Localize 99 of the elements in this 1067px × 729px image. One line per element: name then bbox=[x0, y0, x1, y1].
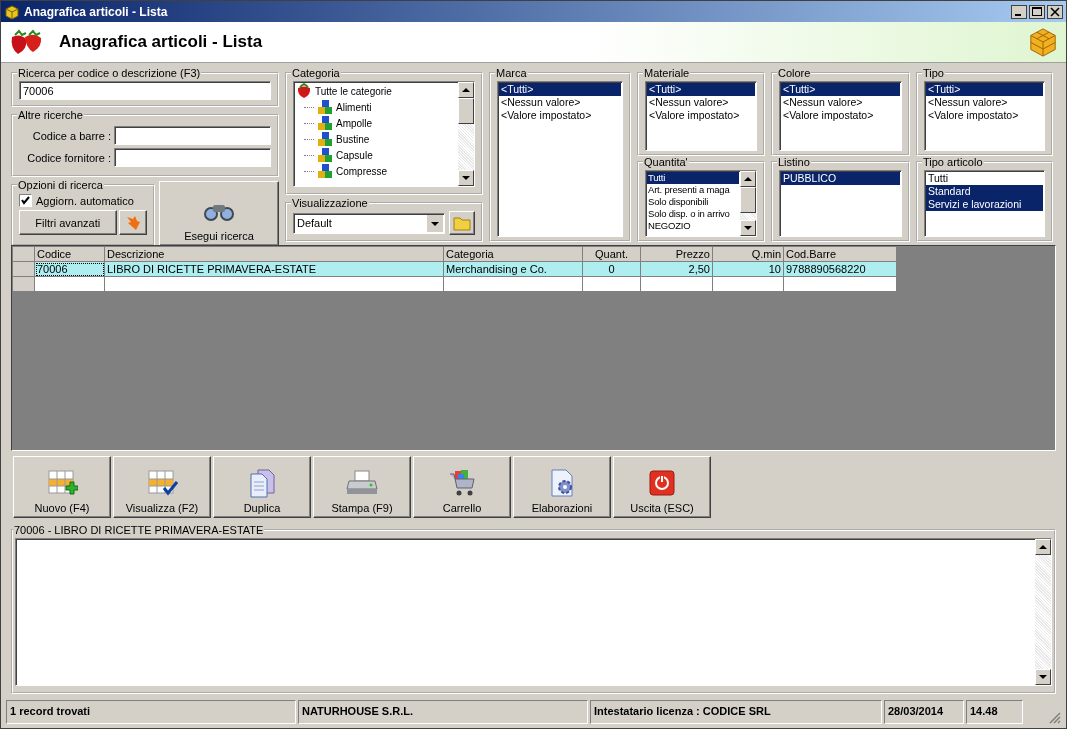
input-field[interactable] bbox=[114, 126, 271, 145]
list-item[interactable]: PUBBLICO bbox=[781, 172, 900, 185]
tree-item[interactable]: Capsule bbox=[336, 149, 373, 161]
exit-button[interactable]: Uscita (ESC) bbox=[613, 456, 711, 518]
scroll-down-icon[interactable] bbox=[1039, 675, 1047, 679]
scroll-up-icon[interactable] bbox=[462, 88, 470, 92]
strawberry-icon bbox=[296, 83, 312, 99]
tree-item[interactable]: Alimenti bbox=[336, 101, 372, 113]
cube-icon bbox=[4, 3, 20, 20]
list-item[interactable]: Tutti bbox=[926, 172, 1043, 185]
status-text: NATURHOUSE S.R.L. bbox=[298, 700, 588, 724]
cart-button[interactable]: Carrello bbox=[413, 456, 511, 518]
window-title: Anagrafica articoli - Lista bbox=[24, 4, 169, 19]
cube-icon bbox=[1028, 27, 1058, 57]
scrollbar[interactable] bbox=[458, 82, 474, 186]
group-label: Visualizzazione bbox=[291, 197, 369, 209]
scroll-down-icon[interactable] bbox=[744, 226, 752, 230]
list-item[interactable]: <Tutti> bbox=[499, 83, 621, 96]
list-item[interactable]: <Valore impostato> bbox=[926, 109, 1043, 122]
group-label: Altre ricerche bbox=[17, 109, 84, 121]
group-label: 70006 - LIBRO DI RICETTE PRIMAVERA-ESTATE bbox=[13, 524, 265, 536]
group-label: Listino bbox=[777, 156, 811, 168]
cubes-icon bbox=[317, 163, 333, 179]
scroll-up-icon[interactable] bbox=[744, 177, 752, 181]
field-label: Codice a barre : bbox=[32, 129, 111, 142]
list-item[interactable]: Solo disponibili bbox=[647, 196, 739, 208]
status-text: 28/03/2014 bbox=[884, 700, 964, 724]
column-header[interactable]: Prezzo bbox=[640, 246, 713, 262]
list-item[interactable]: Servizi e lavorazioni bbox=[926, 198, 1043, 211]
list-item[interactable]: Tutti bbox=[647, 172, 739, 184]
duplicate-button[interactable]: Duplica bbox=[213, 456, 311, 518]
tree-item[interactable]: Ampolle bbox=[336, 117, 373, 129]
group-label: Marca bbox=[495, 67, 528, 79]
view-dropdown[interactable]: Default bbox=[293, 212, 445, 234]
minimize-icon[interactable] bbox=[1011, 4, 1027, 19]
group-label: Ricerca per codice o descrizione (F3) bbox=[17, 67, 202, 79]
column-header[interactable]: Quant. bbox=[582, 246, 641, 262]
group-label: Opzioni di ricerca bbox=[17, 179, 104, 191]
folder-icon bbox=[453, 215, 471, 231]
new-button[interactable]: Nuovo (F4) bbox=[13, 456, 111, 518]
list-item[interactable]: <Valore impostato> bbox=[781, 109, 900, 122]
table-check-icon bbox=[146, 468, 178, 498]
page-title: Anagrafica articoli - Lista bbox=[59, 32, 264, 52]
group-label: Tipo bbox=[922, 67, 945, 79]
tree-item[interactable]: Tutte le categorie bbox=[315, 85, 392, 97]
search-field[interactable]: 70006 bbox=[19, 81, 271, 100]
advanced-filters-button[interactable]: Filtri avanzati bbox=[19, 210, 117, 235]
resize-grip-icon[interactable] bbox=[1047, 710, 1061, 724]
cubes-icon bbox=[317, 99, 333, 115]
status-text: Intestatario licenza : CODICE SRL bbox=[590, 700, 882, 724]
cubes-icon bbox=[317, 147, 333, 163]
search-button[interactable]: Esegui ricerca bbox=[159, 181, 279, 246]
list-item[interactable]: Standard bbox=[926, 185, 1043, 198]
list-item[interactable]: <Tutti> bbox=[926, 83, 1043, 96]
status-text: 1 record trovati bbox=[6, 700, 296, 724]
group-label: Materiale bbox=[643, 67, 691, 79]
scroll-up-icon[interactable] bbox=[1039, 545, 1047, 549]
list-item[interactable]: <Nessun valore> bbox=[926, 96, 1043, 109]
field-label: Codice fornitore : bbox=[27, 151, 111, 164]
notes-field[interactable] bbox=[15, 538, 1052, 686]
flame-arrow-button[interactable] bbox=[118, 210, 147, 235]
tree-item[interactable]: Bustine bbox=[336, 133, 370, 145]
maximize-icon[interactable] bbox=[1029, 4, 1045, 19]
power-icon bbox=[646, 468, 678, 498]
list-item[interactable]: <Tutti> bbox=[647, 83, 755, 96]
list-item[interactable]: Solo disp. o in arrivo bbox=[647, 208, 739, 220]
tree-item[interactable]: Compresse bbox=[336, 165, 388, 177]
view-button[interactable]: Visualizza (F2) bbox=[113, 456, 211, 518]
status-text: 14.48 bbox=[966, 700, 1023, 724]
cubes-icon bbox=[317, 115, 333, 131]
column-header[interactable]: Q.min bbox=[712, 246, 784, 262]
list-item[interactable]: <Valore impostato> bbox=[499, 109, 621, 122]
table-plus-icon bbox=[46, 468, 78, 498]
group-label: Colore bbox=[777, 67, 812, 79]
list-item[interactable]: <Tutti> bbox=[781, 83, 900, 96]
column-header[interactable]: Codice bbox=[34, 246, 105, 262]
close-icon[interactable] bbox=[1047, 4, 1063, 19]
folder-button[interactable] bbox=[449, 211, 475, 235]
list-item[interactable]: Art. presenti a maga bbox=[647, 184, 739, 196]
checkbox-label: Aggiorn. automatico bbox=[36, 194, 134, 207]
process-button[interactable]: Elaborazioni bbox=[513, 456, 611, 518]
input-field[interactable] bbox=[114, 148, 271, 167]
list-item[interactable]: <Nessun valore> bbox=[781, 96, 900, 109]
list-item[interactable]: <Nessun valore> bbox=[647, 96, 755, 109]
column-header[interactable]: Descrizione bbox=[104, 246, 444, 262]
checkbox[interactable] bbox=[19, 194, 32, 207]
list-item[interactable]: <Nessun valore> bbox=[499, 96, 621, 109]
column-header[interactable]: Categoria bbox=[443, 246, 583, 262]
column-header[interactable]: Cod.Barre bbox=[783, 246, 897, 262]
scrollbar[interactable] bbox=[1035, 539, 1051, 685]
group-label: Categoria bbox=[291, 67, 341, 79]
cubes-icon bbox=[317, 131, 333, 147]
scrollbar[interactable] bbox=[740, 171, 756, 236]
group-label: Quantita' bbox=[643, 156, 689, 168]
print-button[interactable]: Stampa (F9) bbox=[313, 456, 411, 518]
list-item[interactable]: <Valore impostato> bbox=[647, 109, 755, 122]
scroll-down-icon[interactable] bbox=[462, 176, 470, 180]
group-label: Tipo articolo bbox=[922, 156, 984, 168]
list-item[interactable]: NEGOZIO bbox=[647, 220, 739, 232]
